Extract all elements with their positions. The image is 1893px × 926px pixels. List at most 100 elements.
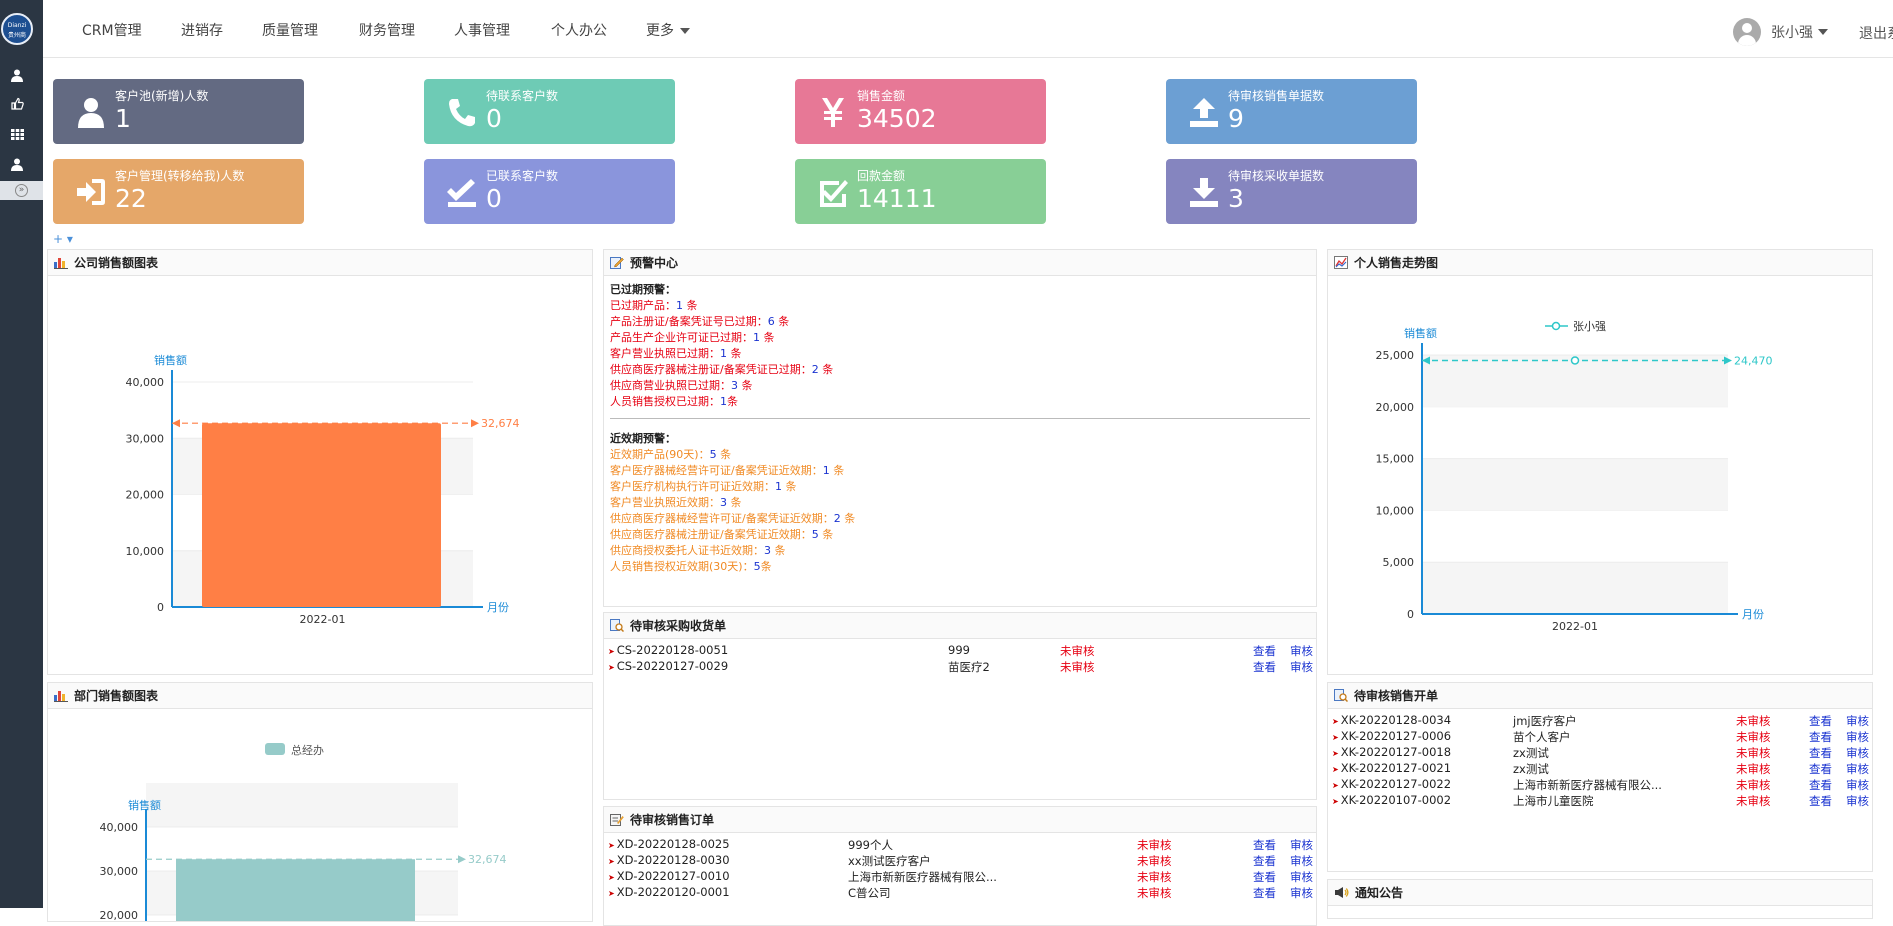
audit-link[interactable]: 审核: [1290, 885, 1313, 901]
doc-code-text: XK-20220127-0018: [1340, 745, 1452, 759]
customer-name: C普公司: [848, 886, 891, 900]
stat-card[interactable]: 待联系客户数 0: [424, 79, 675, 144]
grid-band: [1422, 562, 1728, 614]
stat-card[interactable]: 客户池(新增)人数 1: [53, 79, 304, 144]
alert-unit: 条: [818, 528, 834, 541]
audit-link[interactable]: 审核: [1846, 777, 1869, 793]
alert-item[interactable]: 产品生产企业许可证已过期：1 条: [610, 330, 1310, 346]
view-link[interactable]: 查看: [1253, 659, 1276, 675]
doc-code[interactable]: ➤ XK-20220127-0018: [1332, 745, 1451, 759]
audit-link[interactable]: 审核: [1846, 745, 1869, 761]
audit-link[interactable]: 审核: [1290, 643, 1313, 659]
person-icon[interactable]: [0, 64, 34, 86]
thumbs-up-icon[interactable]: [0, 92, 34, 114]
doc-code[interactable]: ➤ XD-20220128-0025: [608, 837, 730, 851]
stat-card[interactable]: 客户管理(转移给我)人数 22: [53, 159, 304, 224]
status-badge: 未审核: [1736, 762, 1771, 776]
caret-down-icon: [1818, 29, 1828, 35]
audit-link[interactable]: 审核: [1290, 659, 1313, 675]
alert-item[interactable]: 客户医疗机构执行许可证近效期：1 条: [610, 479, 1310, 495]
user-icon[interactable]: [0, 153, 34, 175]
document-search-icon: [1334, 689, 1348, 702]
grid-icon[interactable]: [0, 123, 34, 145]
doc-code[interactable]: ➤ XD-20220120-0001: [608, 885, 730, 899]
doc-code[interactable]: ➤ XK-20220127-0006: [1332, 729, 1451, 743]
alert-item[interactable]: 供应商授权委托人证书近效期：3 条: [610, 543, 1310, 559]
alert-item[interactable]: 已过期产品：1 条: [610, 298, 1310, 314]
stat-card[interactable]: 待审核销售单据数 9: [1166, 79, 1417, 144]
alert-text: 客户医疗机构执行许可证近效期：: [610, 480, 775, 493]
bar[interactable]: [202, 423, 441, 607]
stat-card[interactable]: 销售金额 34502: [795, 79, 1046, 144]
audit-link[interactable]: 审核: [1846, 713, 1869, 729]
nav-finance[interactable]: 财务管理: [359, 20, 415, 40]
app-logo[interactable]: Dianzi 贵州商: [1, 13, 33, 45]
view-link[interactable]: 查看: [1809, 729, 1832, 745]
view-link[interactable]: 查看: [1809, 777, 1832, 793]
audit-link[interactable]: 审核: [1290, 869, 1313, 885]
view-link[interactable]: 查看: [1253, 837, 1276, 853]
view-link[interactable]: 查看: [1253, 853, 1276, 869]
nav-quality[interactable]: 质量管理: [262, 20, 318, 40]
user-menu[interactable]: 张小强: [1733, 18, 1828, 46]
doc-code[interactable]: ➤ XK-20220127-0022: [1332, 777, 1451, 791]
view-link[interactable]: 查看: [1253, 643, 1276, 659]
signin-icon: [75, 176, 107, 208]
alert-item[interactable]: 供应商医疗器械注册证/备案凭证已过期：2 条: [610, 362, 1310, 378]
doc-code[interactable]: ➤ XK-20220128-0034: [1332, 713, 1451, 727]
bullet-arrow-icon: ➤: [608, 663, 615, 672]
view-link[interactable]: 查看: [1809, 761, 1832, 777]
audit-link[interactable]: 审核: [1290, 837, 1313, 853]
view-link[interactable]: 查看: [1253, 885, 1276, 901]
alert-unit: 条: [738, 379, 753, 392]
view-link[interactable]: 查看: [1809, 713, 1832, 729]
stat-card[interactable]: 回款金额 14111: [795, 159, 1046, 224]
view-link[interactable]: 查看: [1253, 869, 1276, 885]
nav-personal-office[interactable]: 个人办公: [551, 20, 607, 40]
audit-link[interactable]: 审核: [1846, 761, 1869, 777]
doc-code[interactable]: ➤ XK-20220107-0002: [1332, 793, 1451, 807]
alert-item[interactable]: 人员销售授权已过期：1条: [610, 394, 1310, 410]
alert-item[interactable]: 客户营业执照近效期：3 条: [610, 495, 1310, 511]
doc-code[interactable]: ➤ CS-20220128-0051: [608, 643, 728, 657]
nav-crm[interactable]: CRM管理: [82, 20, 142, 40]
sidebar-toggle[interactable]: »: [0, 181, 43, 200]
doc-code[interactable]: ➤ XD-20220127-0010: [608, 869, 730, 883]
alert-item[interactable]: 供应商医疗器械注册证/备案凭证近效期：5 条: [610, 527, 1310, 543]
view-link[interactable]: 查看: [1809, 793, 1832, 809]
data-point[interactable]: [1570, 356, 1580, 365]
legend-swatch: [265, 743, 285, 755]
bullet-arrow-icon: ➤: [1332, 733, 1339, 742]
stat-card[interactable]: 已联系客户数 0: [424, 159, 675, 224]
legend-label[interactable]: 张小强: [1573, 320, 1606, 333]
alert-item[interactable]: 供应商医疗器械经营许可证/备案凭证近效期：2 条: [610, 511, 1310, 527]
nav-more[interactable]: 更多: [646, 20, 690, 40]
y-tick-label: 15,000: [1376, 453, 1415, 466]
add-widget-control[interactable]: + ▾: [53, 232, 73, 246]
view-link[interactable]: 查看: [1809, 745, 1832, 761]
stat-card[interactable]: 待审核采收单据数 3: [1166, 159, 1417, 224]
alert-item[interactable]: 供应商营业执照已过期：3 条: [610, 378, 1310, 394]
audit-link[interactable]: 审核: [1846, 793, 1869, 809]
doc-code[interactable]: ➤ CS-20220127-0029: [608, 659, 728, 673]
alert-item[interactable]: 客户医疗器械经营许可证/备案凭证近效期：1 条: [610, 463, 1310, 479]
alert-item[interactable]: 人员销售授权近效期(30天)：5条: [610, 559, 1310, 575]
nav-hr[interactable]: 人事管理: [454, 20, 510, 40]
nav-inventory[interactable]: 进销存: [181, 20, 223, 40]
alert-item[interactable]: 近效期产品(90天)：5 条: [610, 447, 1310, 463]
y-axis-label: 销售额: [1404, 326, 1437, 340]
alert-item[interactable]: 产品注册证/备案凭证号已过期：6 条: [610, 314, 1310, 330]
doc-code[interactable]: ➤ XK-20220127-0021: [1332, 761, 1451, 775]
alert-unit: 条: [727, 347, 742, 360]
audit-link[interactable]: 审核: [1290, 853, 1313, 869]
bar[interactable]: [176, 859, 415, 921]
alert-item[interactable]: 客户营业执照已过期：1 条: [610, 346, 1310, 362]
doc-code-text: CS-20220127-0029: [616, 659, 729, 673]
legend-label[interactable]: 总经办: [291, 743, 324, 757]
doc-code[interactable]: ➤ XD-20220128-0030: [608, 853, 730, 867]
panel-header: 预警中心: [604, 250, 1316, 276]
alert-unit: 条: [760, 331, 775, 344]
logout-link[interactable]: 退出系统: [1859, 23, 1893, 43]
audit-link[interactable]: 审核: [1846, 729, 1869, 745]
bullet-arrow-icon: ➤: [608, 873, 615, 882]
